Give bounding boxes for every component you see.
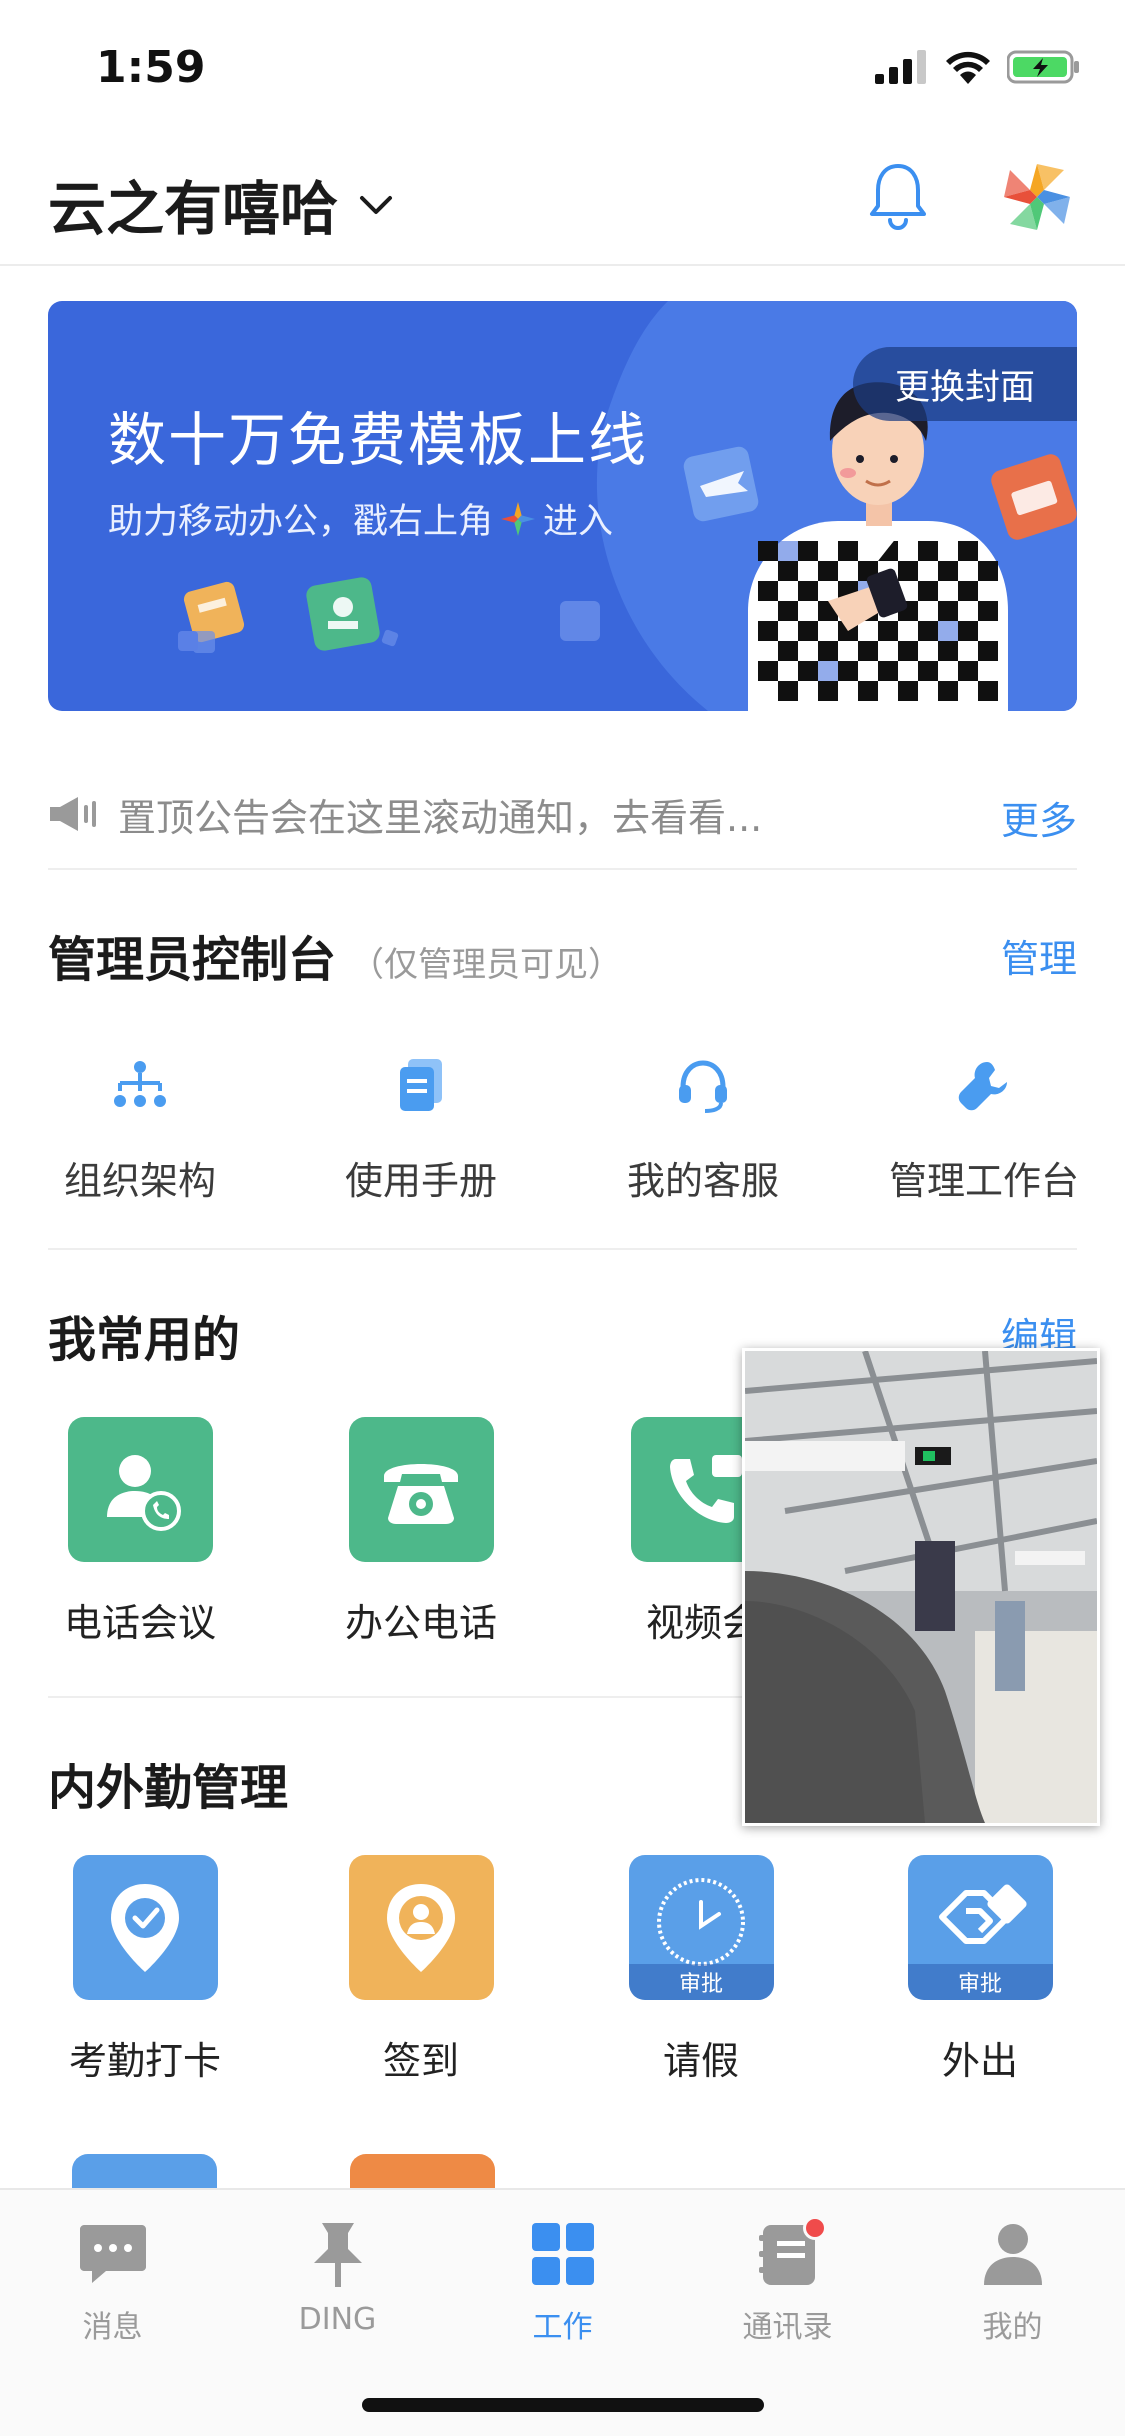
template-center-icon bbox=[501, 501, 536, 536]
status-bar: 1:59 bbox=[0, 0, 1125, 135]
clock-icon bbox=[657, 1877, 745, 1966]
camera-feed-image bbox=[745, 1351, 1097, 1823]
tab-contacts[interactable]: 通讯录 bbox=[675, 2214, 900, 2346]
app-label: 签到 bbox=[382, 2039, 459, 2083]
video-call-icon bbox=[670, 1454, 742, 1523]
template-center-icon[interactable] bbox=[1004, 164, 1070, 230]
org-name: 云之有嘻哈 bbox=[48, 175, 339, 243]
admin-item-org-structure[interactable]: 组织架构 bbox=[15, 1050, 265, 1205]
admin-item-label: 使用手册 bbox=[344, 1159, 497, 1203]
tab-me[interactable]: 我的 bbox=[900, 2214, 1125, 2346]
pin-icon bbox=[313, 2223, 362, 2287]
app-label: 请假 bbox=[662, 2039, 739, 2083]
org-switcher[interactable]: 云之有嘻哈 bbox=[48, 162, 396, 246]
app-tile bbox=[348, 1417, 494, 1562]
app-header: 云之有嘻哈 bbox=[0, 140, 1125, 266]
admin-console-heading: 管理员控制台 bbox=[48, 932, 337, 988]
location-check-icon bbox=[111, 1883, 179, 1972]
banner-subtitle-prefix: 助力移动办公，戳右上角 bbox=[108, 502, 494, 542]
admin-item-label: 我的客服 bbox=[626, 1159, 779, 1203]
admin-item-customer-service[interactable]: 我的客服 bbox=[578, 1050, 828, 1205]
wrench-icon bbox=[958, 1062, 1007, 1111]
admin-manage-link[interactable]: 管理 bbox=[1001, 928, 1077, 983]
location-person-icon bbox=[387, 1883, 455, 1972]
announcement-text: 置顶公告会在这里滚动通知，去看看... bbox=[118, 795, 763, 840]
home-indicator bbox=[362, 2398, 764, 2412]
banner-headline: 数十万免费模板上线 bbox=[108, 406, 649, 474]
tab-label: 通讯录 bbox=[742, 2310, 833, 2345]
app-tile bbox=[348, 1855, 494, 2000]
app-label: 考勤打卡 bbox=[68, 2039, 221, 2083]
handshake-icon bbox=[939, 1883, 1027, 1944]
admin-console-note: （仅管理员可见） bbox=[350, 945, 623, 985]
signal-icon bbox=[875, 50, 926, 84]
attendance-title: 内外勤管理 bbox=[48, 1760, 289, 1816]
app-label: 外出 bbox=[941, 2039, 1018, 2083]
wifi-icon bbox=[946, 51, 990, 84]
section-divider bbox=[48, 1248, 1077, 1250]
tab-ding[interactable]: DING bbox=[225, 2214, 450, 2337]
app-conference-call[interactable]: 电话会议 bbox=[15, 1417, 265, 1647]
app-label: 办公电话 bbox=[344, 1601, 497, 1645]
tab-label: 消息 bbox=[82, 2310, 143, 2345]
person-icon bbox=[983, 2224, 1042, 2285]
app-label: 电话会议 bbox=[63, 1601, 216, 1645]
video-pip-window[interactable] bbox=[742, 1348, 1100, 1826]
message-icon bbox=[79, 2225, 146, 2283]
notification-dot bbox=[803, 2216, 827, 2240]
manual-icon bbox=[400, 1059, 442, 1111]
battery-icon bbox=[1007, 50, 1079, 84]
app-office-phone[interactable]: 办公电话 bbox=[296, 1417, 546, 1647]
status-time: 1:59 bbox=[96, 42, 206, 93]
tab-label: 我的 bbox=[982, 2310, 1043, 2345]
headset-icon bbox=[679, 1060, 727, 1113]
office-phone-icon bbox=[384, 1463, 458, 1524]
app-tile bbox=[72, 1855, 218, 2000]
banner-subtitle-suffix: 进入 bbox=[543, 502, 614, 542]
tab-label: DING bbox=[298, 2302, 377, 2337]
approval-tag: 审批 bbox=[907, 1964, 1053, 2000]
approval-tag: 审批 bbox=[628, 1964, 774, 2000]
tab-work[interactable]: 工作 bbox=[450, 2214, 675, 2346]
app-leave-request[interactable]: 审批 请假 bbox=[576, 1855, 826, 2085]
app-going-out[interactable]: 审批 外出 bbox=[855, 1855, 1105, 2085]
status-icons bbox=[875, 50, 1081, 84]
megaphone-icon bbox=[50, 797, 96, 831]
org-chart-icon bbox=[114, 1061, 166, 1107]
chevron-down-icon bbox=[360, 196, 393, 214]
bell-icon[interactable] bbox=[868, 160, 928, 232]
conference-call-icon bbox=[107, 1454, 181, 1531]
admin-item-label: 管理工作台 bbox=[888, 1159, 1079, 1203]
announcement-more-link[interactable]: 更多 bbox=[1001, 790, 1077, 845]
admin-item-admin-workbench[interactable]: 管理工作台 bbox=[859, 1050, 1109, 1205]
app-attendance-clock-in[interactable]: 考勤打卡 bbox=[20, 1855, 270, 2085]
app-tile: 审批 bbox=[628, 1855, 774, 2000]
grid-icon bbox=[531, 2223, 594, 2285]
app-tile bbox=[67, 1417, 213, 1562]
app-sign-in[interactable]: 签到 bbox=[296, 1855, 546, 2085]
frequent-title: 我常用的 bbox=[48, 1312, 241, 1368]
tab-label: 工作 bbox=[532, 2310, 593, 2345]
tab-messages[interactable]: 消息 bbox=[0, 2214, 225, 2346]
admin-console-title: 管理员控制台 （仅管理员可见） bbox=[48, 920, 622, 990]
app-tile: 审批 bbox=[907, 1855, 1053, 2000]
announcement-bar[interactable]: 置顶公告会在这里滚动通知，去看看... 更多 bbox=[48, 760, 1077, 870]
change-cover-button[interactable]: 更换封面 bbox=[853, 347, 1077, 421]
admin-item-label: 组织架构 bbox=[63, 1159, 216, 1203]
banner-subtitle: 助力移动办公，戳右上角 进入 bbox=[108, 493, 613, 544]
admin-item-manual[interactable]: 使用手册 bbox=[296, 1050, 546, 1205]
promo-banner[interactable]: 数十万免费模板上线 助力移动办公，戳右上角 进入 更换封面 bbox=[48, 301, 1077, 711]
